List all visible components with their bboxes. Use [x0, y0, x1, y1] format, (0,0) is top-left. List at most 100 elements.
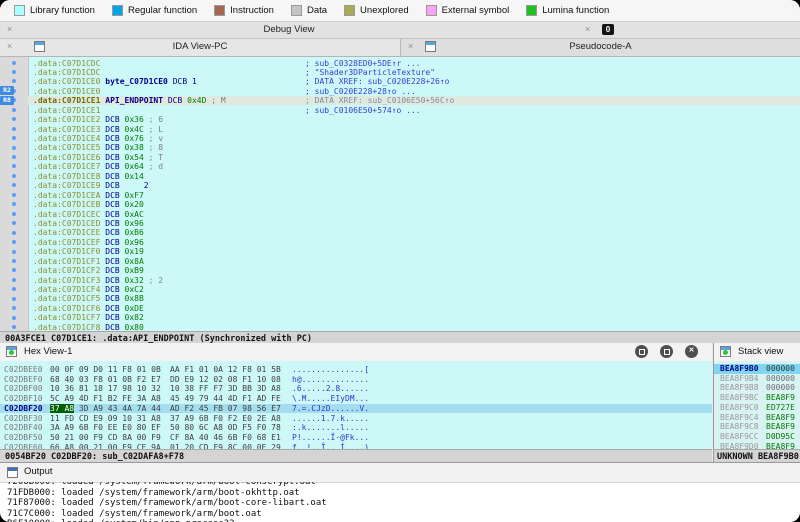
disassembly-view[interactable]: R2R8 .data:C07D1CDC ; sub_C0328ED0+5DE↑r… — [0, 57, 800, 331]
stack-row[interactable]: BEA8F9B8000000 — [714, 383, 800, 393]
hex-row[interactable]: C02DBF5050 21 00 F9 CD 8A 00 F9CF 8A 40 … — [0, 433, 712, 443]
breakpoint-dot[interactable] — [12, 155, 16, 159]
close-icon[interactable]: × — [585, 24, 590, 34]
breakpoint-dot[interactable] — [12, 278, 16, 282]
disasm-token: 0xDE — [125, 304, 144, 313]
breakpoint-dot[interactable] — [12, 174, 16, 178]
disasm-line[interactable]: .data:C07D1CEE DCB 0xB6 — [28, 228, 800, 237]
hex-address: C02DBF40 — [4, 423, 43, 432]
tab-debug-view[interactable]: Debug View — [0, 24, 578, 35]
stack-address: BEA8F9C4 — [720, 413, 759, 422]
hex-row[interactable]: C02DBEF068 40 03 F8 01 0B F2 E7DD E9 12 … — [0, 375, 712, 385]
stack-row[interactable]: BEA8F9D0BEA8F9 — [714, 442, 800, 449]
breakpoint-dot[interactable] — [12, 268, 16, 272]
disasm-line[interactable]: .data:C07D1CE9 DCB 2 — [28, 181, 800, 190]
disasm-line[interactable]: .data:C07D1CF6 DCB 0xDE — [28, 303, 800, 312]
hex-row[interactable]: C02DBF2037 A8 3D A9 43 4A 7A 44AD F2 45 … — [0, 404, 712, 414]
breakpoint-dot[interactable] — [12, 212, 16, 216]
breakpoint-dot[interactable] — [12, 231, 16, 235]
breakpoint-dot[interactable] — [12, 297, 16, 301]
breakpoint-dot[interactable] — [12, 240, 16, 244]
disasm-line[interactable]: .data:C07D1CE2 DCB 0x36 ; 6 — [28, 115, 800, 124]
breakpoint-dot[interactable] — [12, 117, 16, 121]
breakpoint-dot[interactable] — [12, 193, 16, 197]
hex-row[interactable]: C02DBF403A A9 6B F0 EE E0 80 EF50 80 6C … — [0, 423, 712, 433]
disasm-line[interactable]: .data:C07D1CE0 ; sub_C020E228+28↑o ... — [28, 86, 800, 95]
stack-row[interactable]: BEA8F9BCBEA8F9 — [714, 393, 800, 403]
disasm-line[interactable]: .data:C07D1CEB DCB 0x20 — [28, 200, 800, 209]
disasm-line[interactable]: .data:C07D1CF8 DCB 0x80 — [28, 322, 800, 331]
hex-dump[interactable]: C02DBEE000 0F 09 D0 11 F8 01 0BAA F1 01 … — [0, 361, 712, 449]
output-log[interactable]: 7206B000: loaded /system/framework/arm/b… — [0, 482, 800, 522]
stack-row[interactable]: BEA8F9CCD0D95C — [714, 432, 800, 442]
maximize-button[interactable] — [635, 345, 648, 358]
disasm-line[interactable]: .data:C07D1CE1 API_ENDPOINT DCB 0x4D ; M… — [28, 96, 800, 105]
disasm-line[interactable]: .data:C07D1CE4 DCB 0x76 ; v — [28, 134, 800, 143]
stack-row[interactable]: BEA8F9C8BEA8F9 — [714, 422, 800, 432]
disasm-line[interactable]: .data:C07D1CF1 DCB 0x8A — [28, 256, 800, 265]
register-tag-r2[interactable]: R2 — [0, 86, 14, 95]
disasm-line[interactable]: .data:C07D1CF2 DCB 0xB9 — [28, 266, 800, 275]
disasm-line[interactable]: .data:C07D1CF3 DCB 0x32 ; 2 — [28, 275, 800, 284]
stack-row[interactable]: BEA8F9B0000000 — [714, 364, 800, 374]
disasm-line[interactable]: .data:C07D1CED DCB 0x96 — [28, 218, 800, 227]
stack-row[interactable]: BEA8F9C4BEA8F9 — [714, 413, 800, 423]
stack-dump[interactable]: BEA8F9B0000000BEA8F9B4000000BEA8F9B80000… — [714, 361, 800, 449]
hex-view-header[interactable]: Hex View-1 ✕ — [0, 343, 712, 362]
breakpoint-dot[interactable] — [12, 183, 16, 187]
disasm-line[interactable]: .data:C07D1CEA DCB 0xF7 — [28, 190, 800, 199]
breakpoint-dot[interactable] — [12, 146, 16, 150]
breakpoint-dot[interactable] — [12, 316, 16, 320]
close-panel-button[interactable]: ✕ — [685, 345, 698, 358]
breakpoint-dot[interactable] — [12, 136, 16, 140]
output-header[interactable]: Output — [0, 462, 800, 483]
breakpoint-dot[interactable] — [12, 221, 16, 225]
disasm-line[interactable]: .data:C07D1CE3 DCB 0x4C ; L — [28, 124, 800, 133]
disasm-line[interactable]: .data:C07D1CEF DCB 0x96 — [28, 237, 800, 246]
disasm-token: DCB — [105, 313, 124, 322]
color-legend: Library functionRegular functionInstruct… — [0, 0, 800, 22]
hex-row[interactable]: C02DBF105C A9 4D F1 B2 FE 3A A845 49 79 … — [0, 394, 712, 404]
breakpoint-dot[interactable] — [12, 202, 16, 206]
breakpoint-dot[interactable] — [12, 127, 16, 131]
disasm-line[interactable]: .data:C07D1CEC DCB 0xAC — [28, 209, 800, 218]
disasm-line[interactable]: .data:C07D1CE5 DCB 0x38 ; 8 — [28, 143, 800, 152]
breakpoint-dot[interactable] — [12, 250, 16, 254]
disasm-line[interactable]: .data:C07D1CDC ; sub_C0328ED0+5DE↑r ... — [28, 58, 800, 67]
disasm-line[interactable]: .data:C07D1CF5 DCB 0x8B — [28, 294, 800, 303]
disasm-line[interactable]: .data:C07D1CDC ; "Shader3DParticleTextur… — [28, 67, 800, 76]
disasm-line[interactable]: .data:C07D1CE7 DCB 0x64 ; d — [28, 162, 800, 171]
disasm-line[interactable]: .data:C07D1CF4 DCB 0xC2 — [28, 285, 800, 294]
breakpoint-dot[interactable] — [12, 287, 16, 291]
tab-ida-view-pc[interactable]: × IDA View-PC — [0, 39, 401, 56]
hex-row[interactable]: C02DBEE000 0F 09 D0 11 F8 01 0BAA F1 01 … — [0, 365, 712, 375]
stack-row[interactable]: BEA8F9C0ED727E — [714, 403, 800, 413]
hex-address: C02DBF50 — [4, 433, 43, 442]
hex-row[interactable]: C02DBF3011 FD CD E9 09 10 31 A837 A9 6B … — [0, 414, 712, 424]
breakpoint-dot[interactable] — [12, 108, 16, 112]
restore-button[interactable] — [660, 345, 673, 358]
disasm-line[interactable]: .data:C07D1CE1 ; sub_C0106E50+574↑o ... — [28, 105, 800, 114]
disasm-line[interactable]: .data:C07D1CE0 byte_C07D1CE0 DCB 1; DATA… — [28, 77, 800, 86]
disasm-line[interactable]: .data:C07D1CF0 DCB 0x19 — [28, 247, 800, 256]
tab-pseudocode-a[interactable]: × Pseudocode-A — [401, 39, 800, 56]
stack-row[interactable]: BEA8F9B4000000 — [714, 374, 800, 384]
breakpoint-dot[interactable] — [12, 164, 16, 168]
hex-row[interactable]: C02DBF0010 36 81 18 17 98 10 3210 38 FF … — [0, 384, 712, 394]
stack-view-header[interactable]: Stack view — [714, 343, 800, 362]
register-tag-r8[interactable]: R8 — [0, 96, 14, 105]
disasm-line[interactable]: .data:C07D1CE6 DCB 0x54 ; T — [28, 152, 800, 161]
breakpoint-dot[interactable] — [12, 79, 16, 83]
disasm-token: 0xF7 — [125, 191, 144, 200]
breakpoint-dot[interactable] — [12, 306, 16, 310]
breakpoint-dot[interactable] — [12, 325, 16, 329]
disasm-token: 0xB9 — [125, 266, 144, 275]
ida-window: Library functionRegular functionInstruct… — [0, 0, 800, 522]
breakpoint-dot[interactable] — [12, 259, 16, 263]
disasm-code: .data:C07D1CE5 DCB 0x38 ; 8 — [33, 143, 163, 152]
debugger-icon[interactable]: 0 — [602, 24, 614, 35]
disasm-line[interactable]: .data:C07D1CE8 DCB 0x14 — [28, 171, 800, 180]
breakpoint-dot[interactable] — [12, 70, 16, 74]
disasm-line[interactable]: .data:C07D1CF7 DCB 0x82 — [28, 313, 800, 322]
breakpoint-dot[interactable] — [12, 61, 16, 65]
